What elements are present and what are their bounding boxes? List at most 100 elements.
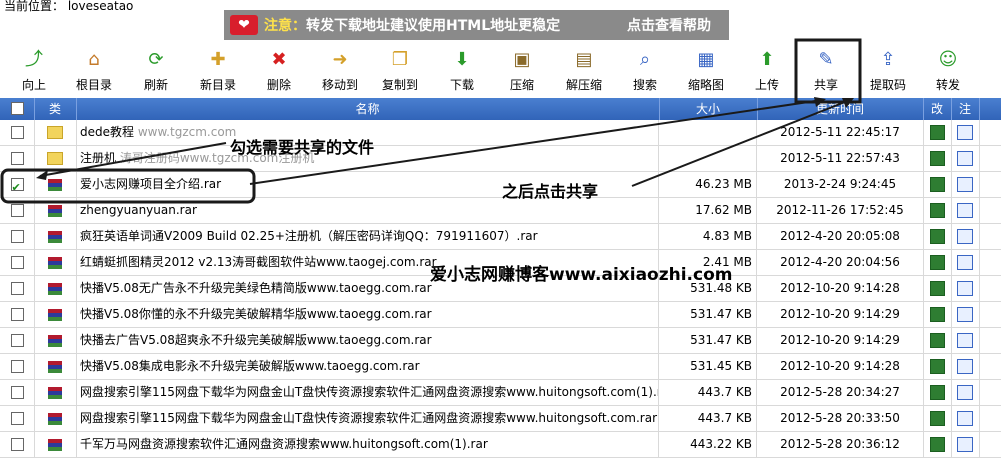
toolbar-button-2[interactable]: ⟳ 刷新 [128,48,184,96]
header-time[interactable]: 更新时间 [757,98,924,120]
edit-icon[interactable] [929,255,945,270]
row-checkbox[interactable] [10,175,24,197]
toolbar-button-6[interactable]: ❐ 复制到 [372,48,428,96]
edit-icon[interactable] [929,359,945,374]
row-select-cell[interactable] [0,354,35,379]
toolbar-button-15[interactable]: ☺ 转发 [920,48,976,96]
row-note-cell[interactable] [951,380,980,405]
edit-icon[interactable] [929,281,945,296]
toolbar-button-0[interactable]: ⤴ 向上 [6,48,62,96]
row-checkbox[interactable] [10,204,24,217]
row-select-cell[interactable] [0,172,35,197]
toolbar-button-10[interactable]: ⌕ 搜索 [617,48,673,96]
row-checkbox[interactable] [10,412,24,425]
row-select-cell[interactable] [0,432,35,457]
row-checkbox[interactable] [10,126,24,139]
toolbar-button-3[interactable]: ✚ 新目录 [190,48,246,96]
select-all-cell[interactable] [0,98,35,120]
note-icon[interactable] [957,437,973,452]
file-name[interactable]: 网盘搜索引擎115网盘下载华为网盘金山T盘快传资源搜索软件汇通网盘资源搜索www… [80,385,658,399]
note-icon[interactable] [957,177,973,192]
row-select-cell[interactable] [0,146,35,171]
toolbar-button-14[interactable]: ⇪ 提取码 [860,48,916,96]
file-name[interactable]: dede教程 [80,125,134,139]
row-select-cell[interactable] [0,198,35,223]
help-link[interactable]: 点击查看帮助 [627,15,711,35]
row-note-cell[interactable] [951,328,980,353]
table-row[interactable]: 疯狂英语单词通V2009 Build 02.25+注册机（解压密码详询QQ：79… [0,224,1001,250]
table-row[interactable]: 爱小志网赚项目全介绍.rar 46.23 MB2013-2-24 9:24:45 [0,172,1001,198]
file-name[interactable]: 红蜻蜓抓图精灵2012 v2.13涛哥截图软件站www.taogej.com.r… [80,255,437,269]
row-edit-cell[interactable] [923,276,952,301]
edit-icon[interactable] [929,411,945,426]
row-edit-cell[interactable] [923,120,952,145]
table-row[interactable]: 注册机 涛哥注册码www.tgzcm.com注册机 2012-5-11 22:57… [0,146,1001,172]
row-note-cell[interactable] [951,120,980,145]
toolbar-button-13[interactable]: ✎ 共享 [798,48,854,96]
header-size[interactable]: 大小 [659,98,758,120]
row-checkbox[interactable] [10,334,24,347]
file-name[interactable]: 爱小志网赚项目全介绍.rar [80,177,221,191]
row-note-cell[interactable] [951,224,980,249]
row-name-cell[interactable]: 千军万马网盘资源搜索软件汇通网盘资源搜索www.huitongsoft.com(… [76,432,659,457]
row-select-cell[interactable] [0,406,35,431]
row-edit-cell[interactable] [923,380,952,405]
file-name[interactable]: zhengyuanyuan.rar [80,203,197,217]
row-select-cell[interactable] [0,250,35,275]
edit-icon[interactable] [929,203,945,218]
toolbar-button-5[interactable]: ➜ 移动到 [312,48,368,96]
row-note-cell[interactable] [951,146,980,171]
table-row[interactable]: 网盘搜索引擎115网盘下载华为网盘金山T盘快传资源搜索软件汇通网盘资源搜索www… [0,380,1001,406]
row-note-cell[interactable] [951,302,980,327]
row-note-cell[interactable] [951,172,980,197]
row-select-cell[interactable] [0,120,35,145]
toolbar-button-1[interactable]: ⌂ 根目录 [66,48,122,96]
table-row[interactable]: dede教程 www.tgzcm.com 2012-5-11 22:45:17 [0,120,1001,146]
file-name[interactable]: 快播V5.08无广告永不升级完美绿色精简版www.taoegg.com.rar [80,281,432,295]
row-select-cell[interactable] [0,302,35,327]
note-icon[interactable] [957,359,973,374]
row-edit-cell[interactable] [923,406,952,431]
row-edit-cell[interactable] [923,198,952,223]
row-name-cell[interactable]: 快播去广告V5.08超爽永不升级完美破解版www.taoegg.com.rar [76,328,659,353]
row-checkbox[interactable] [10,360,24,373]
row-edit-cell[interactable] [923,354,952,379]
toolbar-button-4[interactable]: ✖ 删除 [251,48,307,96]
row-note-cell[interactable] [951,250,980,275]
row-edit-cell[interactable] [923,328,952,353]
table-row[interactable]: 快播去广告V5.08超爽永不升级完美破解版www.taoegg.com.rar … [0,328,1001,354]
toolbar-button-8[interactable]: ▣ 压缩 [494,48,550,96]
row-note-cell[interactable] [951,432,980,457]
toolbar-button-11[interactable]: ▦ 缩略图 [678,48,734,96]
row-edit-cell[interactable] [923,250,952,275]
edit-icon[interactable] [929,177,945,192]
row-name-cell[interactable]: 快播V5.08集成电影永不升级完美破解版www.taoegg.com.rar [76,354,659,379]
note-icon[interactable] [957,385,973,400]
row-edit-cell[interactable] [923,172,952,197]
row-edit-cell[interactable] [923,302,952,327]
row-select-cell[interactable] [0,380,35,405]
row-checkbox[interactable] [10,308,24,321]
select-all-checkbox[interactable] [10,102,24,115]
row-name-cell[interactable]: 网盘搜索引擎115网盘下载华为网盘金山T盘快传资源搜索软件汇通网盘资源搜索www… [76,406,659,431]
note-icon[interactable] [957,411,973,426]
row-note-cell[interactable] [951,406,980,431]
file-name[interactable]: 快播V5.08你懂的永不升级完美破解精华版www.taoegg.com.rar [80,307,432,321]
file-name[interactable]: 千军万马网盘资源搜索软件汇通网盘资源搜索www.huitongsoft.com(… [80,437,488,451]
row-edit-cell[interactable] [923,146,952,171]
edit-icon[interactable] [929,333,945,348]
row-note-cell[interactable] [951,198,980,223]
row-select-cell[interactable] [0,224,35,249]
file-name[interactable]: 快播V5.08集成电影永不升级完美破解版www.taoegg.com.rar [80,359,420,373]
note-icon[interactable] [957,125,973,140]
row-checkbox[interactable] [10,152,24,165]
file-name[interactable]: 注册机 [80,151,116,165]
toolbar-button-9[interactable]: ▤ 解压缩 [556,48,612,96]
table-row[interactable]: 网盘搜索引擎115网盘下载华为网盘金山T盘快传资源搜索软件汇通网盘资源搜索www… [0,406,1001,432]
row-edit-cell[interactable] [923,224,952,249]
table-row[interactable]: zhengyuanyuan.rar 17.62 MB 2012-11-26 17:… [0,198,1001,224]
note-icon[interactable] [957,281,973,296]
row-note-cell[interactable] [951,276,980,301]
file-name[interactable]: 网盘搜索引擎115网盘下载华为网盘金山T盘快传资源搜索软件汇通网盘资源搜索www… [80,411,657,425]
note-icon[interactable] [957,333,973,348]
